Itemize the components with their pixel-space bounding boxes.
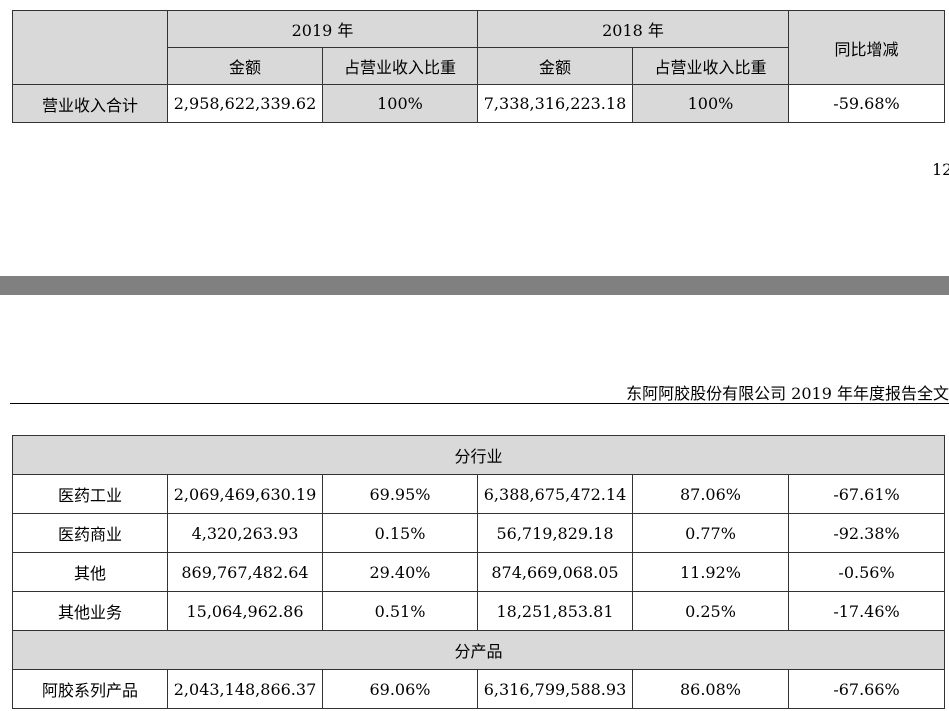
- yoy-cell: -0.56%: [787, 552, 946, 592]
- section-header-product: 分产品: [11, 630, 946, 670]
- ratio-2019-cell: 29.40%: [322, 552, 478, 592]
- yoy-cell: -17.46%: [787, 591, 946, 631]
- ratio-2019-cell: 69.95%: [322, 474, 478, 514]
- ratio-2018-header: 占营业收入比重: [632, 47, 789, 85]
- row-label: 医药商业: [12, 513, 168, 553]
- amount-2019-cell: 2,958,622,339.62: [167, 84, 323, 123]
- table-row: 营业收入合计 2,958,622,339.62 100% 7,338,316,2…: [12, 84, 945, 123]
- year-2019-header: 2019 年: [167, 10, 478, 48]
- running-header: 东阿阿胶股份有限公司 2019 年年度报告全文: [626, 384, 949, 403]
- amount-2018-header: 金额: [477, 47, 633, 85]
- header-blank-cell: [12, 10, 168, 85]
- row-label: 其他业务: [12, 591, 168, 631]
- amount-2018-cell: 56,719,829.18: [477, 513, 633, 553]
- table-row: 阿胶系列产品 2,043,148,866.37 69.06% 6,316,799…: [12, 669, 946, 709]
- section-row: 分产品: [11, 630, 946, 670]
- table-row: 其他 869,767,482.64 29.40% 874,669,068.05 …: [12, 552, 946, 592]
- ratio-2018-cell: 87.06%: [632, 474, 789, 514]
- amount-2018-cell: 7,338,316,223.18: [477, 84, 633, 123]
- row-label: 阿胶系列产品: [12, 669, 168, 709]
- amount-2019-cell: 2,069,469,630.19: [167, 474, 323, 514]
- yoy-cell: -92.38%: [787, 513, 946, 553]
- amount-2019-cell: 15,064,962.86: [167, 591, 323, 631]
- ratio-2019-cell: 0.51%: [322, 591, 478, 631]
- ratio-2018-cell: 0.25%: [632, 591, 789, 631]
- ratio-2019-header: 占营业收入比重: [322, 47, 478, 85]
- amount-2019-header: 金额: [167, 47, 323, 85]
- ratio-2019-cell: 69.06%: [322, 669, 478, 709]
- revenue-summary-table: 2019 年 2018 年 同比增减 金额 占营业收入比重 金额 占营业收入比重…: [12, 10, 945, 123]
- header-rule: [10, 403, 949, 404]
- yoy-cell: -67.66%: [787, 669, 946, 709]
- year-2018-header: 2018 年: [477, 10, 789, 48]
- amount-2018-cell: 6,388,675,472.14: [477, 474, 633, 514]
- amount-2018-cell: 18,251,853.81: [477, 591, 633, 631]
- row-label: 医药工业: [12, 474, 168, 514]
- yoy-cell: -67.61%: [787, 474, 946, 514]
- yoy-header: 同比增减: [788, 10, 945, 85]
- amount-2019-cell: 4,320,263.93: [167, 513, 323, 553]
- row-label: 其他: [12, 552, 168, 592]
- section-row: 分行业: [11, 435, 946, 475]
- amount-2018-cell: 874,669,068.05: [477, 552, 633, 592]
- ratio-2018-cell: 11.92%: [632, 552, 789, 592]
- table-row: 医药商业 4,320,263.93 0.15% 56,719,829.18 0.…: [12, 513, 946, 553]
- amount-2018-cell: 6,316,799,588.93: [477, 669, 633, 709]
- ratio-2018-cell: 100%: [632, 84, 789, 123]
- amount-2019-cell: 2,043,148,866.37: [167, 669, 323, 709]
- page-separator: [0, 276, 949, 295]
- ratio-2018-cell: 86.08%: [632, 669, 789, 709]
- section-header-industry: 分行业: [11, 435, 946, 475]
- row-label: 营业收入合计: [12, 84, 168, 123]
- table-row: 医药工业 2,069,469,630.19 69.95% 6,388,675,4…: [12, 474, 946, 514]
- amount-2019-cell: 869,767,482.64: [167, 552, 323, 592]
- revenue-breakdown-table: 分行业 医药工业 2,069,469,630.19 69.95% 6,388,6…: [11, 435, 946, 709]
- yoy-cell: -59.68%: [788, 84, 945, 123]
- page-number: 12: [932, 160, 949, 179]
- ratio-2018-cell: 0.77%: [632, 513, 789, 553]
- ratio-2019-cell: 0.15%: [322, 513, 478, 553]
- table-row: 其他业务 15,064,962.86 0.51% 18,251,853.81 0…: [12, 591, 946, 631]
- ratio-2019-cell: 100%: [322, 84, 478, 123]
